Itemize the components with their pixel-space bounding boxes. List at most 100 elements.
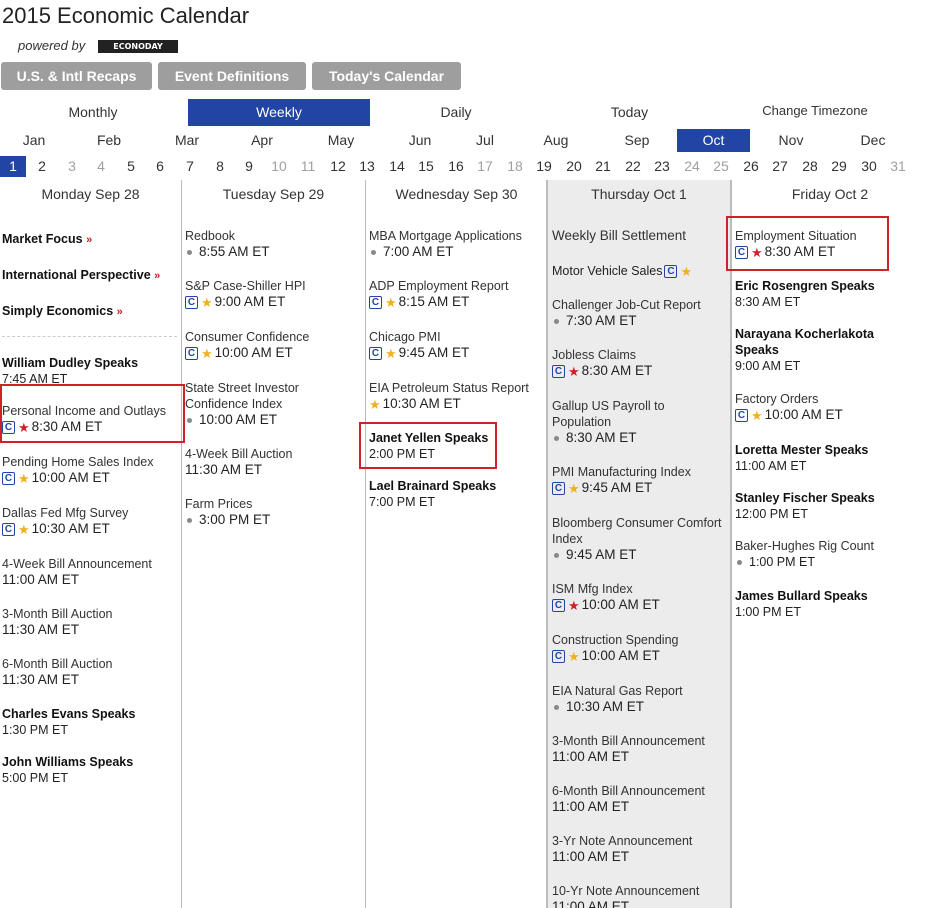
- event-item[interactable]: Factory Orders C ★ 10:00 AM ET: [735, 391, 843, 423]
- day-5[interactable]: 5: [118, 156, 144, 177]
- event-item[interactable]: 4-Week Bill Auction 11:30 AM ET: [185, 446, 292, 478]
- event-item[interactable]: Challenger Job-Cut Report 7:30 AM ET: [552, 297, 701, 329]
- day-7[interactable]: 7: [177, 156, 203, 177]
- month-oct[interactable]: Oct: [677, 129, 750, 152]
- event-item[interactable]: Baker-Hughes Rig Count 1:00 PM ET: [735, 538, 874, 570]
- day-14[interactable]: 14: [384, 156, 410, 177]
- day-13[interactable]: 13: [354, 156, 380, 177]
- consensus-icon[interactable]: C: [185, 295, 198, 309]
- event-item[interactable]: Consumer Confidence C ★ 10:00 AM ET: [185, 329, 309, 361]
- event-item[interactable]: John Williams Speaks 5:00 PM ET: [2, 754, 133, 786]
- consensus-icon[interactable]: C: [552, 364, 565, 378]
- market-focus-link[interactable]: Market Focus »: [2, 231, 92, 248]
- month-jan[interactable]: Jan: [4, 129, 64, 152]
- event-item[interactable]: Gallup US Payroll to Population 8:30 AM …: [552, 398, 692, 446]
- consensus-icon[interactable]: C: [369, 295, 382, 309]
- event-item[interactable]: Jobless Claims C ★ 8:30 AM ET: [552, 347, 652, 379]
- event-item[interactable]: 3-Yr Note Announcement 11:00 AM ET: [552, 833, 692, 865]
- event-definitions-button[interactable]: Event Definitions: [158, 62, 306, 90]
- consensus-icon[interactable]: C: [735, 408, 748, 422]
- day-15[interactable]: 15: [413, 156, 439, 177]
- tab-daily[interactable]: Daily: [370, 99, 542, 126]
- month-jul[interactable]: Jul: [455, 129, 515, 152]
- month-jun[interactable]: Jun: [390, 129, 450, 152]
- econoday-logo[interactable]: ECONODAY: [98, 40, 178, 53]
- us-intl-recaps-button[interactable]: U.S. & Intl Recaps: [1, 62, 152, 90]
- day-20[interactable]: 20: [561, 156, 587, 177]
- event-item[interactable]: Construction Spending C ★ 10:00 AM ET: [552, 632, 678, 664]
- event-item[interactable]: William Dudley Speaks 7:45 AM ET: [2, 355, 138, 387]
- day-26[interactable]: 26: [738, 156, 764, 177]
- day-25[interactable]: 25: [708, 156, 734, 177]
- event-item[interactable]: Loretta Mester Speaks 11:00 AM ET: [735, 442, 868, 474]
- consensus-icon[interactable]: C: [369, 346, 382, 360]
- day-17[interactable]: 17: [472, 156, 498, 177]
- month-mar[interactable]: Mar: [157, 129, 217, 152]
- event-item[interactable]: 6-Month Bill Auction 11:30 AM ET: [2, 656, 112, 688]
- day-27[interactable]: 27: [767, 156, 793, 177]
- consensus-icon[interactable]: C: [185, 346, 198, 360]
- event-item[interactable]: Redbook 8:55 AM ET: [185, 228, 270, 260]
- event-item[interactable]: PMI Manufacturing Index C ★ 9:45 AM ET: [552, 464, 691, 496]
- consensus-icon[interactable]: C: [552, 649, 565, 663]
- tab-change-timezone[interactable]: Change Timezone: [717, 97, 913, 124]
- day-19[interactable]: 19: [531, 156, 557, 177]
- simply-economics-link[interactable]: Simply Economics »: [2, 303, 123, 320]
- event-item[interactable]: 10-Yr Note Announcement 11:00 AM ET: [552, 883, 699, 908]
- event-item[interactable]: Chicago PMI C ★ 9:45 AM ET: [369, 329, 469, 361]
- day-4[interactable]: 4: [88, 156, 114, 177]
- event-item[interactable]: MBA Mortgage Applications 7:00 AM ET: [369, 228, 522, 260]
- event-item[interactable]: State Street Investor Confidence Index 1…: [185, 380, 335, 428]
- tab-weekly[interactable]: Weekly: [188, 99, 370, 126]
- event-item[interactable]: Bloomberg Consumer Comfort Index 9:45 AM…: [552, 515, 732, 563]
- day-30[interactable]: 30: [856, 156, 882, 177]
- event-item[interactable]: Weekly Bill Settlement: [552, 228, 686, 244]
- day-8[interactable]: 8: [207, 156, 233, 177]
- consensus-icon[interactable]: C: [664, 264, 678, 278]
- event-item[interactable]: ISM Mfg Index C ★ 10:00 AM ET: [552, 581, 660, 613]
- day-23[interactable]: 23: [649, 156, 675, 177]
- month-apr[interactable]: Apr: [232, 129, 292, 152]
- month-sep[interactable]: Sep: [607, 129, 667, 152]
- day-3[interactable]: 3: [59, 156, 85, 177]
- month-nov[interactable]: Nov: [761, 129, 821, 152]
- day-11[interactable]: 11: [295, 156, 321, 177]
- day-28[interactable]: 28: [797, 156, 823, 177]
- event-item[interactable]: Farm Prices 3:00 PM ET: [185, 496, 270, 528]
- day-21[interactable]: 21: [590, 156, 616, 177]
- event-item[interactable]: Pending Home Sales Index C ★ 10:00 AM ET: [2, 454, 153, 486]
- day-24[interactable]: 24: [679, 156, 705, 177]
- event-item[interactable]: EIA Natural Gas Report 10:30 AM ET: [552, 683, 683, 715]
- month-feb[interactable]: Feb: [79, 129, 139, 152]
- day-31[interactable]: 31: [885, 156, 911, 177]
- day-22[interactable]: 22: [620, 156, 646, 177]
- consensus-icon[interactable]: C: [2, 471, 15, 485]
- tab-today[interactable]: Today: [542, 99, 717, 126]
- day-16[interactable]: 16: [443, 156, 469, 177]
- event-item[interactable]: 4-Week Bill Announcement 11:00 AM ET: [2, 556, 152, 588]
- day-18[interactable]: 18: [502, 156, 528, 177]
- event-item[interactable]: ADP Employment Report C ★ 8:15 AM ET: [369, 278, 508, 310]
- consensus-icon[interactable]: C: [552, 481, 565, 495]
- event-item[interactable]: Motor Vehicle Sales C ★: [552, 263, 692, 279]
- event-item[interactable]: EIA Petroleum Status Report ★ 10:30 AM ET: [369, 380, 529, 412]
- day-2[interactable]: 2: [29, 156, 55, 177]
- day-12[interactable]: 12: [325, 156, 351, 177]
- day-9[interactable]: 9: [236, 156, 262, 177]
- day-10[interactable]: 10: [266, 156, 292, 177]
- month-dec[interactable]: Dec: [843, 129, 903, 152]
- event-item[interactable]: Charles Evans Speaks 1:30 PM ET: [2, 706, 135, 738]
- consensus-icon[interactable]: C: [2, 522, 15, 536]
- event-item[interactable]: 3-Month Bill Announcement 11:00 AM ET: [552, 733, 705, 765]
- event-item[interactable]: 3-Month Bill Auction 11:30 AM ET: [2, 606, 112, 638]
- tab-monthly[interactable]: Monthly: [0, 99, 186, 126]
- month-may[interactable]: May: [311, 129, 371, 152]
- day-29[interactable]: 29: [826, 156, 852, 177]
- consensus-icon[interactable]: C: [552, 598, 565, 612]
- month-aug[interactable]: Aug: [526, 129, 586, 152]
- event-item[interactable]: Narayana Kocherlakota Speaks 9:00 AM ET: [735, 326, 885, 374]
- event-item[interactable]: Dallas Fed Mfg Survey C ★ 10:30 AM ET: [2, 505, 128, 537]
- event-item[interactable]: 6-Month Bill Announcement 11:00 AM ET: [552, 783, 705, 815]
- todays-calendar-button[interactable]: Today's Calendar: [312, 62, 461, 90]
- event-item[interactable]: S&P Case-Shiller HPI C ★ 9:00 AM ET: [185, 278, 306, 310]
